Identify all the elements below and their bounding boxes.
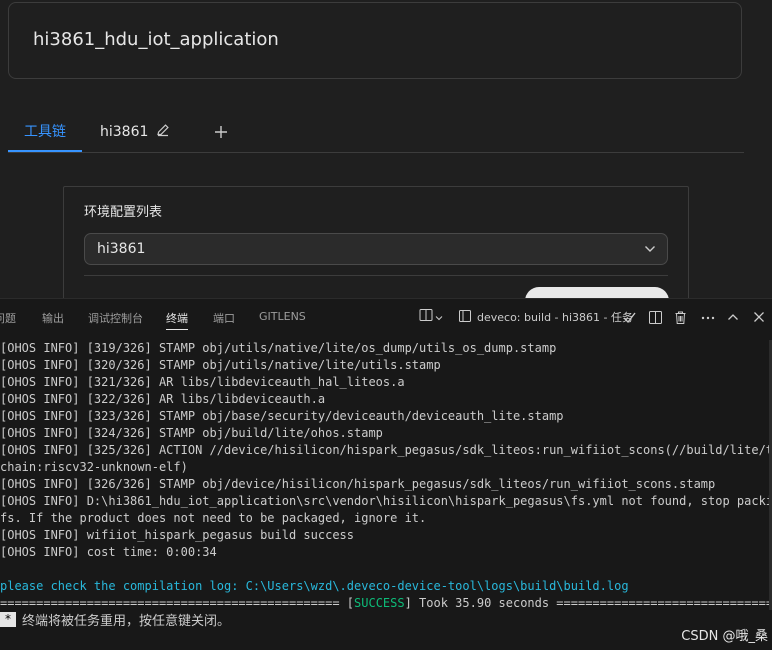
chevron-down-icon	[434, 308, 444, 327]
tab-gitlens[interactable]: GITLENS	[259, 310, 306, 323]
terminal-line: [OHOS INFO] [326/326] STAMP obj/device/h…	[0, 477, 716, 491]
terminal-task-selector[interactable]: deveco: build - hi3861 - 任务	[458, 308, 633, 326]
tab-output[interactable]: 输出	[42, 310, 64, 326]
tab-hi3861[interactable]: hi3861	[100, 112, 170, 152]
divider	[84, 275, 668, 276]
terminal-line: fs. If the product does not need to be p…	[0, 511, 427, 525]
split-layout-button[interactable]	[418, 308, 444, 326]
split-terminal-icon[interactable]	[648, 308, 663, 326]
check-icon[interactable]	[622, 308, 637, 326]
tab-hi3861-label: hi3861	[100, 124, 149, 140]
build-log-link[interactable]: please check the compilation log: C:\Use…	[0, 578, 770, 595]
terminal-layout-icon	[458, 308, 472, 327]
chevron-down-icon	[643, 242, 657, 260]
tab-debug-console[interactable]: 调试控制台	[88, 310, 143, 326]
terminal-line: [OHOS INFO] wifiiot_hispark_pegasus buil…	[0, 528, 355, 542]
project-tabs: 工具链 hi3861	[8, 112, 744, 153]
tab-ports[interactable]: 端口	[213, 310, 235, 326]
terminal-line: [OHOS INFO] [322/326] AR libs/libdevicea…	[0, 392, 326, 406]
success-suffix: ] Took 35.90 seconds ===================…	[404, 596, 770, 610]
deveco-project-view: hi3861_hdu_iot_application 工具链 hi3861 环境…	[0, 0, 772, 336]
terminal-line: [OHOS INFO] [319/326] STAMP obj/utils/na…	[0, 341, 557, 355]
success-status: SUCCESS	[354, 596, 405, 610]
terminal-reuse-message: * 终端将被任务重用，按任意键关闭。	[0, 611, 231, 629]
chevron-up-icon[interactable]	[726, 308, 740, 326]
tab-toolchain[interactable]: 工具链	[8, 112, 82, 152]
project-card: hi3861_hdu_iot_application	[8, 2, 742, 79]
env-config-selected-value: hi3861	[97, 241, 146, 257]
terminal-line: [OHOS INFO] [325/326] ACTION //device/hi…	[0, 443, 770, 457]
terminal-line: [OHOS INFO] D:\hi3861_hdu_iot_applicatio…	[0, 494, 770, 508]
tab-problems[interactable]: 问题	[0, 310, 16, 326]
terminal-line: [OHOS INFO] [323/326] STAMP obj/base/sec…	[0, 409, 564, 423]
success-prefix: ========================================…	[0, 596, 355, 610]
split-layout-icon	[418, 307, 434, 327]
bottom-panel: 问题 输出 调试控制台 终端 端口 GITLENS deveco: build …	[0, 298, 772, 650]
reuse-star-badge: *	[0, 612, 16, 627]
terminal-line: [OHOS INFO] [321/326] AR libs/libdevicea…	[0, 375, 405, 389]
terminal-line: chain:riscv32-unknown-elf)	[0, 460, 188, 474]
terminal-line: [OHOS INFO] [324/326] STAMP obj/build/li…	[0, 426, 383, 440]
terminal-output[interactable]: [OHOS INFO] [319/326] STAMP obj/utils/na…	[0, 340, 770, 650]
terminal-task-label: deveco: build - hi3861 - 任务	[477, 311, 634, 324]
close-icon[interactable]	[752, 308, 766, 326]
watermark: CSDN @哦_桑	[681, 629, 768, 644]
plus-icon[interactable]	[213, 112, 229, 152]
project-title: hi3861_hdu_iot_application	[33, 29, 279, 50]
env-config-title: 环境配置列表	[84, 205, 163, 220]
terminal-line: [OHOS INFO] cost time: 0:00:34	[0, 545, 217, 559]
env-config-select[interactable]: hi3861	[84, 233, 668, 265]
panel-tab-bar: 问题 输出 调试控制台 终端 端口 GITLENS deveco: build …	[0, 299, 772, 335]
pencil-icon[interactable]	[156, 123, 170, 141]
trash-icon[interactable]	[673, 308, 688, 326]
more-icon[interactable]	[700, 308, 716, 326]
reuse-message-text: 终端将被任务重用，按任意键关闭。	[22, 614, 231, 629]
tab-terminal[interactable]: 终端	[166, 310, 188, 330]
terminal-line: [OHOS INFO] [320/326] STAMP obj/utils/na…	[0, 358, 441, 372]
